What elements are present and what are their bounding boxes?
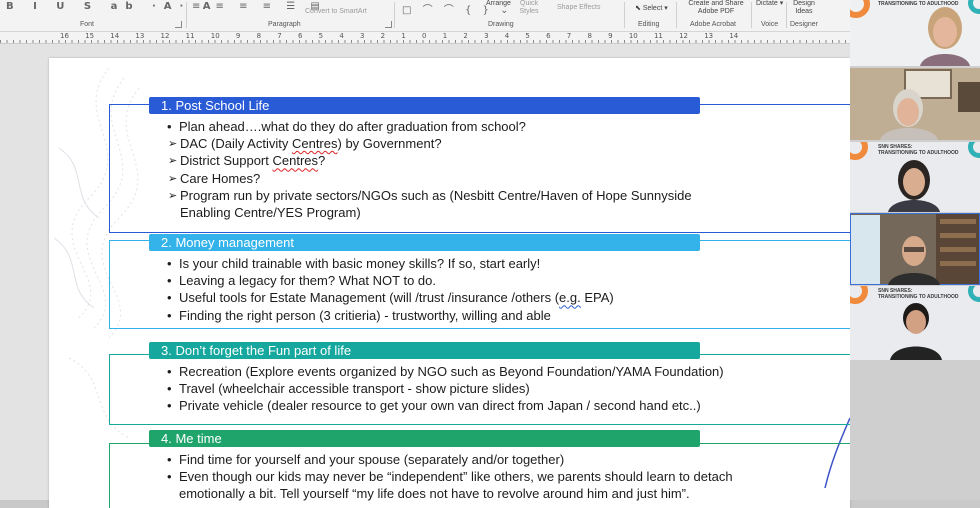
- list-item: Even though our kids may never be “indep…: [167, 468, 733, 502]
- participant-video-2: [850, 68, 980, 140]
- slide-work-area: 1. Post School Life Plan ahead….what do …: [0, 44, 850, 508]
- font-group-label: Font: [80, 21, 95, 28]
- list-item: Care Homes?: [168, 170, 692, 187]
- window-background: [850, 215, 880, 285]
- ribbon-toolbar: B I U S ab ·A· A Font ≡ ≡ ≡ ≡ ☰ ▤ Conver…: [0, 0, 850, 32]
- list-item: Travel (wheelchair accessible transport …: [167, 380, 724, 397]
- section-3-title[interactable]: 3. Don’t forget the Fun part of life: [149, 342, 700, 359]
- voice-group-label: Voice: [761, 21, 779, 28]
- section-2-list: Is your child trainable with basic money…: [167, 255, 614, 324]
- participant-tile-1[interactable]: TRANSITIONING TO ADULTHOOD: [850, 0, 980, 66]
- create-share-pdf-button[interactable]: Create and Share Adobe PDF: [684, 0, 748, 16]
- list-item: Is your child trainable with basic money…: [167, 255, 614, 272]
- horizontal-ruler[interactable]: 16 15 14 13 12 11 10 9 8 7 6 5 4 3 2 1 0…: [0, 32, 850, 44]
- participant-tile-2[interactable]: [850, 68, 980, 140]
- dictate-button[interactable]: Dictate ▾: [756, 0, 783, 8]
- list-item: Recreation (Explore events organized by …: [167, 363, 724, 380]
- slide-canvas[interactable]: 1. Post School Life Plan ahead….what do …: [49, 58, 850, 508]
- list-item: District Support Centres?: [168, 152, 692, 169]
- ruler-numbers: 16 15 14 13 12 11 10 9 8 7 6 5 4 3 2 1 0…: [60, 32, 739, 40]
- ribbon-divider: [186, 2, 187, 28]
- list-item: Leaving a legacy for them? What NOT to d…: [167, 272, 614, 289]
- section-4-list: Find time for yourself and your spouse (…: [167, 451, 733, 503]
- ribbon-divider: [676, 2, 677, 28]
- arrange-button[interactable]: Arrange: [486, 0, 511, 8]
- editing-group-label: Editing: [638, 21, 660, 28]
- section-3-list: Recreation (Explore events organized by …: [167, 363, 724, 415]
- ribbon-divider: [624, 2, 625, 28]
- ruler-ticks: [0, 40, 850, 43]
- video-participants-panel: TRANSITIONING TO ADULTHOOD SNN SHARES: T…: [850, 0, 980, 500]
- paragraph-group-label: Paragraph: [268, 21, 301, 28]
- ribbon-divider: [786, 2, 787, 28]
- participant-tile-4[interactable]: [850, 213, 980, 285]
- font-dialog-launcher-icon[interactable]: [175, 21, 182, 28]
- section-2-title[interactable]: 2. Money management: [149, 234, 700, 251]
- select-button[interactable]: ⬉ Select ▾: [635, 5, 668, 13]
- design-ideas-button[interactable]: Design Ideas: [790, 0, 818, 16]
- section-1-title[interactable]: 1. Post School Life: [149, 97, 700, 114]
- participant-tile-5[interactable]: SNN SHARES: TRANSITIONING TO ADULTHOOD: [850, 286, 980, 360]
- list-item: Program run by private sectors/NGOs such…: [168, 187, 692, 221]
- ribbon-divider: [394, 2, 395, 28]
- paragraph-dialog-launcher-icon[interactable]: [385, 21, 392, 28]
- adobe-group-label: Adobe Acrobat: [690, 21, 736, 28]
- list-item: Finding the right person (3 critieria) -…: [167, 307, 614, 324]
- section-4-title[interactable]: 4. Me time: [149, 430, 700, 447]
- list-item: Useful tools for Estate Management (will…: [167, 289, 614, 306]
- list-item: Plan ahead….what do they do after gradua…: [167, 118, 692, 135]
- select-arrow-icon: ⬉: [635, 5, 643, 12]
- list-item: DAC (Daily Activity Centres) by Governme…: [168, 135, 692, 152]
- list-item: Private vehicle (dealer resource to get …: [167, 397, 724, 414]
- participant-video-3: [888, 160, 940, 212]
- list-item: Find time for yourself and your spouse (…: [167, 451, 733, 468]
- shape-effects-button[interactable]: Shape Effects: [557, 4, 600, 11]
- quick-styles-button[interactable]: Quick Styles: [516, 0, 542, 16]
- ribbon-divider: [751, 2, 752, 28]
- participant-video-5: [890, 303, 942, 360]
- drawing-group-label: Drawing: [488, 21, 514, 28]
- section-1-list: Plan ahead….what do they do after gradua…: [167, 118, 692, 221]
- participant-video-4: [850, 213, 980, 285]
- participant-video-1: [920, 7, 970, 66]
- participant-tile-3[interactable]: SNN SHARES: TRANSITIONING TO ADULTHOOD: [850, 142, 980, 212]
- convert-smartart-button[interactable]: Convert to SmartArt: [305, 8, 367, 15]
- designer-group-label: Designer: [790, 21, 819, 28]
